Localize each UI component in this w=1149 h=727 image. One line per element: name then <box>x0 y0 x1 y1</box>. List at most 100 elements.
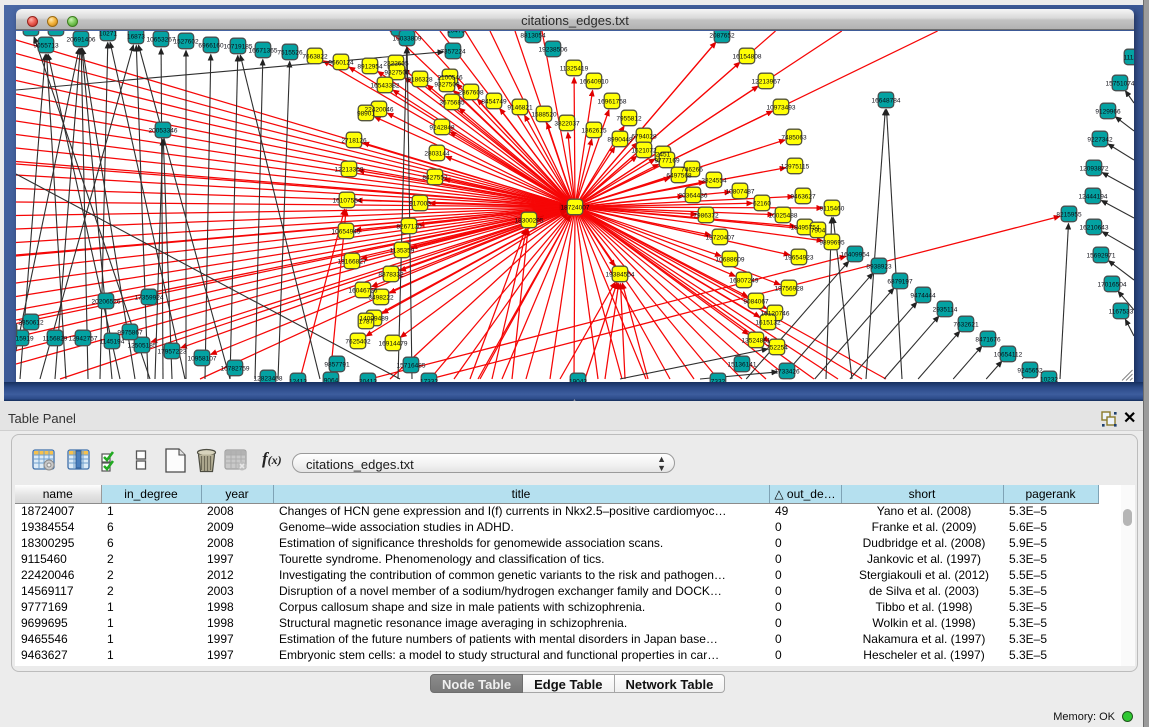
svg-text:20053346: 20053346 <box>149 128 178 135</box>
svg-text:7485063: 7485063 <box>781 135 807 142</box>
svg-text:98901: 98901 <box>357 111 375 118</box>
svg-text:3498222: 3498222 <box>368 295 394 302</box>
svg-text:8912954: 8912954 <box>357 64 383 71</box>
svg-text:12975115: 12975115 <box>781 164 810 171</box>
svg-text:3915919: 3915919 <box>16 336 34 343</box>
svg-text:9474444: 9474444 <box>910 293 936 300</box>
svg-text:1156829: 1156829 <box>43 336 68 343</box>
svg-text:9660124: 9660124 <box>328 60 354 67</box>
svg-text:8938923: 8938923 <box>866 264 892 271</box>
svg-text:7955812: 7955812 <box>616 116 642 123</box>
svg-text:6879197: 6879197 <box>887 279 913 286</box>
svg-text:1362615: 1362615 <box>581 128 607 135</box>
svg-text:19654923: 19654923 <box>785 255 814 262</box>
svg-text:1787: 1787 <box>359 319 374 326</box>
svg-text:10654112: 10654112 <box>994 352 1023 359</box>
svg-text:2718126: 2718126 <box>341 138 367 145</box>
svg-text:19384554: 19384554 <box>606 272 635 279</box>
svg-text:8267130: 8267130 <box>396 224 422 231</box>
svg-text:7663822: 7663822 <box>302 54 328 61</box>
svg-text:15136141: 15136141 <box>728 362 757 369</box>
svg-text:10653267: 10653267 <box>147 37 176 44</box>
svg-text:19238506: 19238506 <box>539 47 568 54</box>
svg-text:2935114: 2935114 <box>933 307 958 314</box>
svg-text:1621072: 1621072 <box>631 148 657 155</box>
svg-text:9899695: 9899695 <box>819 240 845 247</box>
svg-text:12444194: 12444194 <box>1079 194 1108 201</box>
svg-text:11127: 11127 <box>1123 55 1134 62</box>
svg-text:10654945: 10654945 <box>332 229 361 236</box>
svg-text:2350612: 2350612 <box>18 320 44 327</box>
svg-text:8471676: 8471676 <box>975 337 1001 344</box>
svg-text:20103: 20103 <box>47 31 65 33</box>
svg-text:1615132: 1615132 <box>755 320 781 327</box>
svg-text:16914479: 16914479 <box>379 341 408 348</box>
svg-text:16210643: 16210643 <box>1080 225 1109 232</box>
svg-text:2803144: 2803144 <box>424 151 450 158</box>
svg-text:16640910: 16640910 <box>580 79 609 86</box>
svg-text:10025488: 10025488 <box>769 213 798 220</box>
svg-text:16807249: 16807249 <box>730 278 759 285</box>
svg-text:1135359: 1135359 <box>390 248 415 255</box>
svg-text:18300295: 18300295 <box>515 218 544 225</box>
svg-text:20206526: 20206526 <box>92 299 121 306</box>
svg-text:16120746: 16120746 <box>761 311 790 318</box>
svg-text:8990448: 8990448 <box>607 137 633 144</box>
svg-text:16107554: 16107554 <box>333 198 362 205</box>
svg-text:9463627: 9463627 <box>790 194 816 201</box>
svg-text:17359924: 17359924 <box>135 295 164 302</box>
svg-text:8454749: 8454749 <box>481 99 507 106</box>
svg-text:1167533: 1167533 <box>1109 309 1134 316</box>
svg-text:19166827: 19166827 <box>338 259 367 266</box>
svg-text:15751074: 15751074 <box>1106 81 1134 88</box>
svg-text:10807487: 10807487 <box>726 189 755 196</box>
svg-text:12093872: 12093872 <box>1080 166 1109 173</box>
svg-text:10271: 10271 <box>99 31 117 38</box>
svg-text:12505185: 12505185 <box>128 343 157 350</box>
svg-text:10958107: 10958107 <box>188 356 217 363</box>
svg-text:6497568: 6497568 <box>666 173 692 180</box>
svg-text:20691406: 20691406 <box>67 37 96 44</box>
svg-text:9777169: 9777169 <box>654 158 680 165</box>
svg-text:7515526: 7515526 <box>277 50 303 57</box>
svg-text:13524861: 13524861 <box>742 338 771 345</box>
svg-text:17016504: 17016504 <box>1098 282 1127 289</box>
svg-text:8186328: 8186328 <box>407 77 433 84</box>
svg-text:8878332: 8878332 <box>378 272 404 279</box>
svg-text:2087652: 2087652 <box>709 33 735 40</box>
svg-text:15931: 15931 <box>390 31 408 33</box>
svg-text:7986372: 7986372 <box>693 213 719 220</box>
svg-text:7357224: 7357224 <box>440 49 466 56</box>
svg-text:9327508: 9327508 <box>434 82 460 89</box>
svg-text:9245652: 9245652 <box>1017 368 1043 375</box>
svg-text:7625402: 7625402 <box>345 339 371 346</box>
svg-text:62160: 62160 <box>753 201 771 208</box>
svg-text:1733426: 1733426 <box>774 369 800 376</box>
svg-text:15716485: 15716485 <box>397 363 426 370</box>
svg-text:8427552: 8427552 <box>422 175 448 182</box>
svg-text:9227342: 9227342 <box>1087 137 1113 144</box>
svg-text:12942757: 12942757 <box>69 336 98 343</box>
svg-text:20364436: 20364436 <box>679 193 708 200</box>
svg-text:1145194: 1145194 <box>100 339 125 346</box>
svg-text:10473: 10473 <box>447 31 465 35</box>
svg-text:7904: 7904 <box>811 228 826 235</box>
svg-text:2867608: 2867608 <box>458 90 484 97</box>
svg-text:16409954: 16409954 <box>841 252 870 259</box>
svg-text:16961758: 16961758 <box>598 99 627 106</box>
svg-text:3675685: 3675685 <box>439 100 465 107</box>
svg-text:12213967: 12213967 <box>752 79 781 86</box>
svg-text:19033: 19033 <box>22 31 40 33</box>
svg-text:9084067: 9084067 <box>743 299 769 306</box>
svg-text:16543382: 16543382 <box>371 83 400 90</box>
svg-text:16782759: 16782759 <box>221 366 250 373</box>
svg-text:16046726: 16046726 <box>349 288 378 295</box>
svg-text:917003: 917003 <box>409 201 431 208</box>
svg-text:18724007: 18724007 <box>561 205 590 212</box>
svg-text:9975867: 9975867 <box>117 330 143 337</box>
svg-text:15692971: 15692971 <box>1087 253 1116 260</box>
svg-text:6966160: 6966160 <box>198 43 224 50</box>
svg-text:16154808: 16154808 <box>733 54 762 61</box>
svg-text:9857791: 9857791 <box>324 362 350 369</box>
svg-text:252254: 252254 <box>766 345 788 352</box>
